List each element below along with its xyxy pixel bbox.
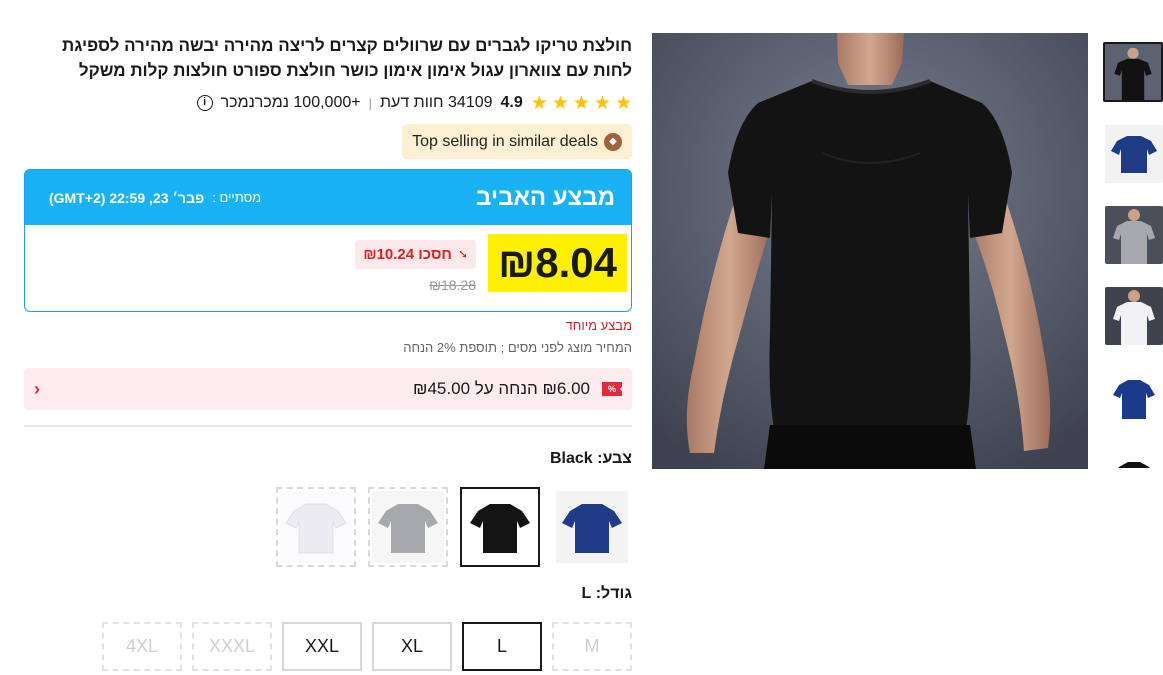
- color-swatches: [276, 487, 632, 567]
- star-icon: ★: [572, 92, 590, 114]
- coupon-bar[interactable]: % ₪6.00 הנחה על ₪45.00 ‹: [24, 368, 632, 410]
- top-selling-label: Top selling in similar deals: [412, 132, 598, 150]
- star-icon: ★: [614, 92, 632, 114]
- tag-icon: ◆: [604, 132, 622, 151]
- size-option-m[interactable]: M: [552, 622, 632, 671]
- special-deal-label: מבצע מיוחד: [565, 318, 632, 333]
- deal-header: מבצע האביב מסתיים : פבר׳ 23, 22:59 (GMT+…: [25, 170, 631, 225]
- star-rating[interactable]: ★ ★ ★ ★ ★: [531, 94, 632, 113]
- chevron-left-icon: ‹: [34, 378, 40, 399]
- coupon-text: ₪6.00 הנחה על ₪45.00: [413, 379, 590, 398]
- deal-ends-label: מסתיים :: [212, 190, 262, 205]
- top-selling-badge: ◆ Top selling in similar deals: [402, 124, 632, 159]
- thumbnail-strip: [1103, 42, 1163, 468]
- size-option-xl[interactable]: XL: [372, 622, 452, 671]
- savings-text: חסכו ₪10.24: [363, 246, 452, 263]
- arrow-down-icon: ➘: [457, 247, 468, 261]
- size-option-xxxl[interactable]: XXXL: [192, 622, 272, 671]
- info-icon[interactable]: i: [196, 95, 213, 111]
- current-price: ₪8.04: [488, 234, 627, 292]
- star-icon: ★: [593, 92, 611, 114]
- section-divider: [24, 425, 632, 427]
- savings-badge: ➘ חסכו ₪10.24: [355, 240, 476, 269]
- color-label: צבע: Black: [549, 450, 632, 467]
- divider: |: [368, 95, 372, 111]
- size-option-l[interactable]: L: [462, 622, 542, 671]
- coupon-icon: %: [602, 382, 622, 396]
- deal-countdown: מסתיים : פבר׳ 23, 22:59 (GMT+2): [49, 190, 261, 206]
- thumbnail-navy-shirt[interactable]: [1105, 125, 1163, 183]
- sold-count: +100,000 נמכרנמכר: [220, 94, 361, 111]
- size-option-4xl[interactable]: 4XL: [102, 622, 182, 671]
- thumbnail-gray-shirt[interactable]: [1105, 206, 1163, 264]
- main-product-image[interactable]: [652, 33, 1088, 469]
- thumbnail-white-shirt[interactable]: [1105, 287, 1163, 345]
- deal-box: מבצע האביב מסתיים : פבר׳ 23, 22:59 (GMT+…: [24, 169, 632, 312]
- size-label: גודל: L: [581, 585, 632, 602]
- deal-body: ₪8.04 ➘ חסכו ₪10.24 ₪18.28: [25, 225, 631, 311]
- tax-note: המחיר מוצג לפני מסים ; תוספת 2% הנחה: [403, 340, 632, 355]
- deal-name: מבצע האביב: [476, 183, 615, 211]
- color-swatch-navy[interactable]: [552, 487, 632, 567]
- deal-ends-time: פבר׳ 23, 22:59 (GMT+2): [49, 189, 205, 206]
- star-icon: ★: [530, 92, 548, 114]
- color-swatch-black[interactable]: [460, 487, 540, 567]
- thumbnail-black-shirt[interactable]: [1103, 42, 1163, 102]
- product-title: חולצת טריקו לגברים עם שרוולים קצרים לריצ…: [62, 36, 632, 80]
- thumbnail-navy-shirt-2[interactable]: [1105, 369, 1163, 427]
- rating-value: 4.9: [500, 94, 523, 111]
- color-swatch-gray[interactable]: [368, 487, 448, 567]
- size-option-xxl[interactable]: XXL: [282, 622, 362, 671]
- rating-row: ★ ★ ★ ★ ★ 4.9 34109 חוות דעת | +100,000 …: [24, 91, 632, 115]
- original-price: ₪18.28: [429, 277, 476, 293]
- reviews-link[interactable]: 34109 חוות דעת: [380, 94, 493, 112]
- product-info: חולצת טריקו לגברים עם שרוולים קצרים לריצ…: [24, 33, 632, 671]
- color-swatch-white[interactable]: [276, 487, 356, 567]
- size-options: M L XL XXL XXXL 4XL: [102, 622, 632, 671]
- thumbnail-black-shirt-2[interactable]: [1105, 451, 1163, 468]
- star-icon: ★: [551, 92, 569, 114]
